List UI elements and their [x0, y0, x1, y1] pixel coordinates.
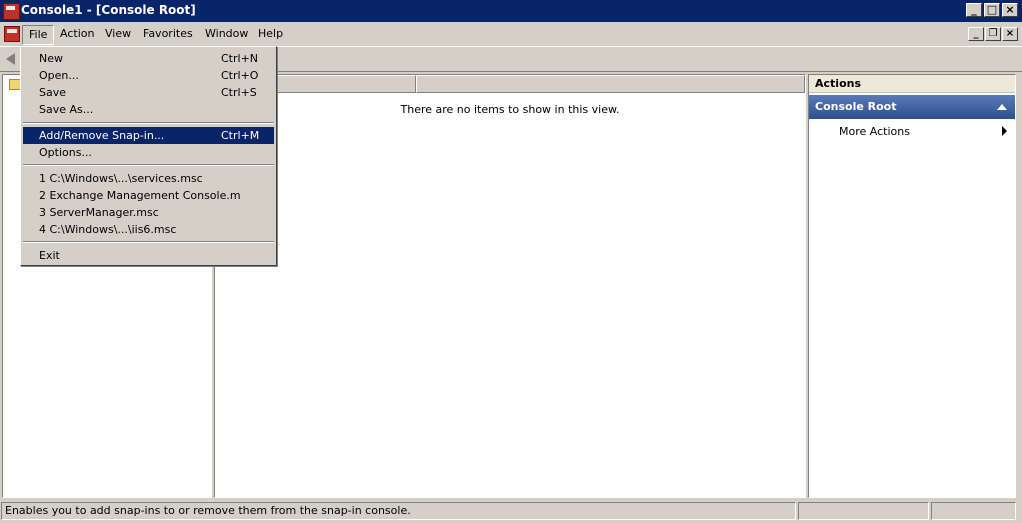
menu-item-label: Exit: [39, 249, 60, 262]
status-panel-2: [798, 502, 929, 520]
menu-bar: File Action View Favorites Window Help _…: [0, 22, 1022, 46]
menu-separator: [23, 122, 274, 124]
close-button[interactable]: ×: [1002, 3, 1018, 17]
menu-item-shortcut: Ctrl+S: [221, 86, 257, 99]
actions-pane: Actions Console Root More Actions: [808, 74, 1016, 498]
menu-item-label: Options...: [39, 146, 92, 159]
menu-item-label: 4 C:\Windows\...\iis6.msc: [39, 223, 177, 236]
menu-item-shortcut: Ctrl+O: [221, 69, 259, 82]
menu-item-recent-3[interactable]: 3 ServerManager.msc: [23, 204, 274, 221]
title-bar[interactable]: Console1 - [Console Root] _ □ ×: [0, 0, 1022, 22]
menu-item-label: Save As...: [39, 103, 94, 116]
menu-item-save[interactable]: Save Ctrl+S: [23, 84, 274, 101]
menu-item-new[interactable]: New Ctrl+N: [23, 50, 274, 67]
menu-item-recent-4[interactable]: 4 C:\Windows\...\iis6.msc: [23, 221, 274, 238]
actions-header: Actions: [809, 75, 1015, 93]
window-title: Console1 - [Console Root]: [21, 3, 196, 17]
actions-section-console-root[interactable]: Console Root: [809, 95, 1015, 119]
menu-separator: [23, 241, 274, 243]
menu-item-label: New: [39, 52, 63, 65]
status-bar: Enables you to add snap-ins to or remove…: [0, 500, 1022, 523]
menu-item-label: Add/Remove Snap-in...: [39, 129, 165, 142]
maximize-button[interactable]: □: [984, 3, 1000, 17]
menu-item-shortcut: Ctrl+M: [221, 129, 260, 142]
console-menu-icon[interactable]: [4, 26, 20, 42]
menu-item-shortcut: Ctrl+N: [221, 52, 259, 65]
menu-file[interactable]: File: [22, 25, 55, 45]
submenu-arrow-icon: [1002, 126, 1007, 136]
collapse-up-icon[interactable]: [997, 104, 1007, 110]
back-arrow-icon[interactable]: [6, 53, 15, 65]
empty-view-message: There are no items to show in this view.: [400, 103, 620, 116]
menu-item-label: 3 ServerManager.msc: [39, 206, 159, 219]
menu-item-options[interactable]: Options...: [23, 144, 274, 161]
status-text: Enables you to add snap-ins to or remove…: [1, 502, 796, 520]
menu-item-label: 2 Exchange Management Console.m: [39, 189, 241, 202]
minimize-button[interactable]: _: [966, 3, 982, 17]
menu-item-save-as[interactable]: Save As...: [23, 101, 274, 118]
mdi-restore-button[interactable]: ❐: [985, 27, 1001, 41]
menu-item-label: 1 C:\Windows\...\services.msc: [39, 172, 203, 185]
menu-item-recent-2[interactable]: 2 Exchange Management Console.m: [23, 187, 274, 204]
menu-favorites[interactable]: Favorites: [137, 25, 199, 43]
menu-action[interactable]: Action: [54, 25, 100, 43]
menu-item-open[interactable]: Open... Ctrl+O: [23, 67, 274, 84]
menu-item-recent-1[interactable]: 1 C:\Windows\...\services.msc: [23, 170, 274, 187]
menu-item-label: Open...: [39, 69, 79, 82]
mmc-console-icon[interactable]: [3, 3, 20, 20]
menu-item-exit[interactable]: Exit: [23, 247, 274, 264]
menu-item-label: Save: [39, 86, 67, 99]
mdi-close-button[interactable]: ×: [1002, 27, 1018, 41]
results-pane[interactable]: There are no items to show in this view.: [214, 74, 806, 498]
menu-window[interactable]: Window: [199, 25, 254, 43]
menu-item-add-remove-snap-in[interactable]: Add/Remove Snap-in... Ctrl+M: [23, 127, 274, 144]
status-panel-3: [931, 502, 1016, 520]
mdi-minimize-button[interactable]: _: [968, 27, 984, 41]
menu-separator: [23, 164, 274, 166]
column-header-filler[interactable]: [416, 75, 805, 93]
menu-help[interactable]: Help: [252, 25, 289, 43]
file-menu-dropdown: New Ctrl+N Open... Ctrl+O Save Ctrl+S Sa…: [20, 46, 277, 266]
menu-view[interactable]: View: [99, 25, 137, 43]
actions-section-title: Console Root: [815, 100, 897, 113]
more-actions-item[interactable]: More Actions: [839, 125, 910, 138]
